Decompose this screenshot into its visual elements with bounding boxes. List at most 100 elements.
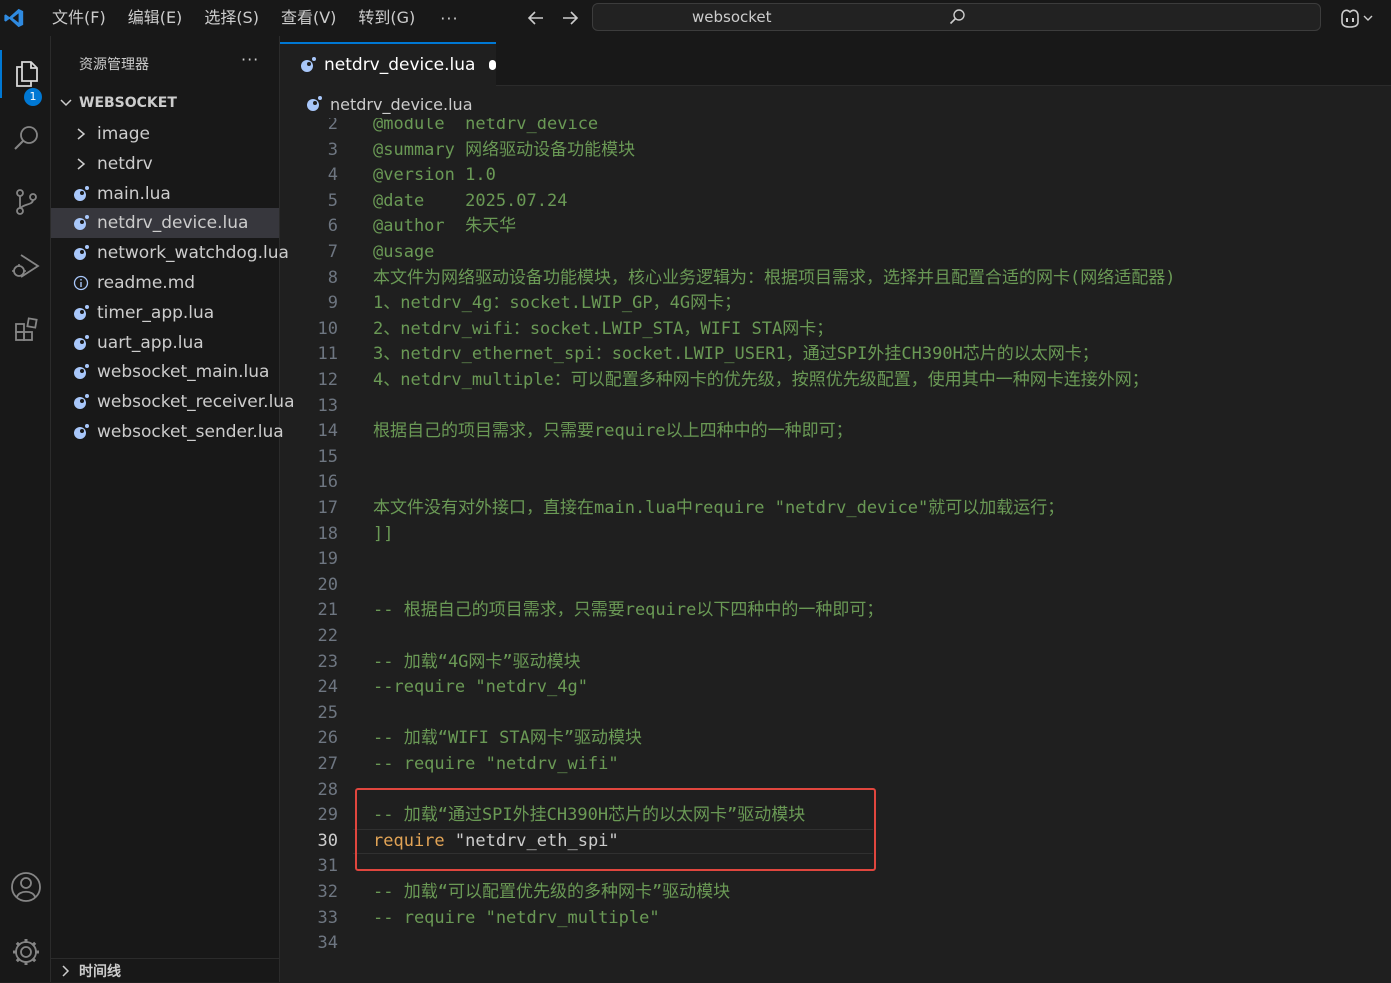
line-text: -- 加载“WIFI STA网卡”驱动模块 <box>373 728 643 749</box>
code-line[interactable]: 14 根据自己的项目需求，只需要require以上四种中的一种即可； <box>280 419 1391 444</box>
explorer-more-button[interactable]: ··· <box>241 50 259 69</box>
lua-file-icon <box>74 364 89 380</box>
tree-file[interactable]: websocket_main.lua <box>51 357 279 387</box>
code-line[interactable]: 32 -- 加载“可以配置优先级的多种网卡”驱动模块 <box>280 880 1391 905</box>
explorer-badge: 1 <box>24 88 42 106</box>
tree-item-label: websocket_sender.lua <box>97 422 284 442</box>
activity-explorer[interactable]: 1 <box>0 50 51 106</box>
code-line[interactable]: 15 <box>280 445 1391 470</box>
lua-file-icon <box>74 245 89 261</box>
tab-netdrv-device[interactable]: netdrv_device.lua <box>280 42 496 86</box>
line-text: require "netdrv_eth_spi" <box>373 830 619 851</box>
tree-file[interactable]: readme.md <box>51 268 279 298</box>
menu-file[interactable]: 文件(F) <box>41 0 117 36</box>
menu-more-button[interactable]: ··· <box>426 9 472 28</box>
menu-selection[interactable]: 选择(S) <box>193 0 270 36</box>
activity-run-debug[interactable] <box>0 242 51 290</box>
line-text: 根据自己的项目需求，只需要require以上四种中的一种即可； <box>373 421 853 442</box>
activity-search[interactable] <box>0 114 51 162</box>
code-line[interactable]: 23 -- 加载“4G网卡”驱动模块 <box>280 650 1391 675</box>
back-button[interactable] <box>523 5 549 31</box>
activity-source-control[interactable] <box>0 178 51 226</box>
line-text: 3、netdrv_ethernet_spi：socket.LWIP_USER1，… <box>373 344 1099 365</box>
code-line[interactable]: 22 <box>280 624 1391 649</box>
menu-view[interactable]: 查看(V) <box>270 0 347 36</box>
tree-file[interactable]: uart_app.lua <box>51 328 279 358</box>
command-center-search[interactable]: websocket <box>592 3 1321 31</box>
copilot-button[interactable] <box>1338 5 1382 31</box>
code-line[interactable]: 12 4、netdrv_multiple：可以配置多种网卡的优先级，按照优先级配置… <box>280 368 1391 393</box>
code-line[interactable]: 16 <box>280 470 1391 495</box>
line-text: @usage <box>373 242 435 262</box>
activity-accounts[interactable] <box>0 863 51 911</box>
copilot-icon <box>1341 9 1359 28</box>
workspace-name: WEBSOCKET <box>79 95 177 111</box>
code-line[interactable]: 3 @summary 网络驱动设备功能模块 <box>280 138 1391 163</box>
code-line[interactable]: 27 -- require "netdrv_wifi" <box>280 752 1391 777</box>
forward-button[interactable] <box>557 5 583 31</box>
code-line[interactable]: 19 <box>280 547 1391 572</box>
activity-extensions[interactable] <box>0 306 51 354</box>
unsaved-dot-icon[interactable] <box>489 60 496 70</box>
tree-file[interactable]: network_watchdog.lua <box>51 238 289 268</box>
code-line[interactable]: 6 @author 朱天华 <box>280 214 1391 239</box>
code-line[interactable]: 28 <box>280 778 1391 803</box>
chevron-right-icon <box>62 965 70 977</box>
code-line[interactable]: 30 require "netdrv_eth_spi" <box>280 829 1391 854</box>
tree-file[interactable]: main.lua <box>51 179 279 209</box>
timeline-section-header[interactable]: 时间线 <box>51 958 280 983</box>
code-line[interactable]: 4 @version 1.0 <box>280 163 1391 188</box>
code-line[interactable]: 2 @module netdrv_device <box>280 118 1391 137</box>
tree-file[interactable]: timer_app.lua <box>51 298 279 328</box>
explorer-sidebar: 资源管理器 ··· WEBSOCKET image netdrv main.lua n… <box>51 36 295 983</box>
code-line[interactable]: 20 <box>280 573 1391 598</box>
code-line[interactable]: 34 <box>280 931 1391 956</box>
lua-file-icon <box>74 215 89 231</box>
workspace-section-header[interactable]: WEBSOCKET <box>51 92 280 114</box>
tree-item-label: websocket_receiver.lua <box>97 392 295 413</box>
tree-file[interactable]: netdrv_device.lua <box>51 208 279 239</box>
chevron-down-icon <box>60 99 72 107</box>
code-line[interactable]: 21 -- 根据自己的项目需求，只需要require以下四种中的一种即可； <box>280 598 1391 623</box>
tree-folder[interactable]: netdrv <box>51 149 279 179</box>
code-line[interactable]: 8 本文件为网络驱动设备功能模块，核心业务逻辑为：根据项目需求，选择并且配置合适的… <box>280 266 1391 291</box>
code-line[interactable]: 33 -- require "netdrv_multiple" <box>280 906 1391 931</box>
code-line[interactable]: 5 @date 2025.07.24 <box>280 189 1391 214</box>
run-debug-icon <box>11 254 40 278</box>
line-text: ]] <box>373 523 394 544</box>
code-line[interactable]: 25 <box>280 701 1391 726</box>
tree-file[interactable]: websocket_sender.lua <box>51 417 284 447</box>
source-control-icon <box>15 189 37 215</box>
code-line[interactable]: 31 <box>280 854 1391 879</box>
menu-edit[interactable]: 编辑(E) <box>117 0 194 36</box>
code-line[interactable]: 7 @usage <box>280 240 1391 265</box>
forward-arrow-icon <box>562 11 578 25</box>
search-icon <box>13 126 38 150</box>
line-number: 20 <box>317 574 338 595</box>
code-line[interactable]: 26 -- 加载“WIFI STA网卡”驱动模块 <box>280 726 1391 751</box>
line-text: 本文件为网络驱动设备功能模块，核心业务逻辑为：根据项目需求，选择并且配置合适的网… <box>373 267 1176 288</box>
line-number: 13 <box>317 395 338 416</box>
code-line[interactable]: 13 <box>280 394 1391 419</box>
tree-folder[interactable]: image <box>51 119 279 149</box>
activity-settings[interactable] <box>0 928 51 976</box>
breadcrumb-file[interactable]: netdrv_device.lua <box>330 95 473 114</box>
code-line[interactable]: 18]] <box>280 522 1391 547</box>
code-editor[interactable]: 2 @module netdrv_device 3 @summary 网络驱动设备功能… <box>280 118 1391 982</box>
code-line[interactable]: 24 --require "netdrv_4g" <box>280 675 1391 700</box>
line-number: 8 <box>327 267 338 288</box>
code-line[interactable]: 9 1、netdrv_4g：socket.LWIP_GP，4G网卡； <box>280 291 1391 316</box>
code-line[interactable]: 11 3、netdrv_ethernet_spi：socket.LWIP_USER… <box>280 342 1391 367</box>
code-line[interactable]: 29 -- 加载“通过SPI外挂CH390H芯片的以太网卡”驱动模块 <box>280 803 1391 828</box>
tree-item-label: image <box>97 124 150 144</box>
line-text: -- 加载“4G网卡”驱动模块 <box>373 651 581 672</box>
title-bar: 文件(F) 编辑(E) 选择(S) 查看(V) 转到(G) ··· websoc… <box>0 0 1391 36</box>
menu-go[interactable]: 转到(G) <box>347 0 426 36</box>
extensions-icon <box>14 317 38 341</box>
activity-bar: 1 <box>0 36 51 982</box>
line-number: 22 <box>317 626 338 646</box>
line-number: 23 <box>317 651 338 672</box>
code-line[interactable]: 17 本文件没有对外接口，直接在main.lua中require "netdrv_… <box>280 496 1391 521</box>
code-line[interactable]: 10 2、netdrv_wifi：socket.LWIP_STA，WIFI STA… <box>280 317 1391 342</box>
tree-file[interactable]: websocket_receiver.lua <box>51 387 295 417</box>
